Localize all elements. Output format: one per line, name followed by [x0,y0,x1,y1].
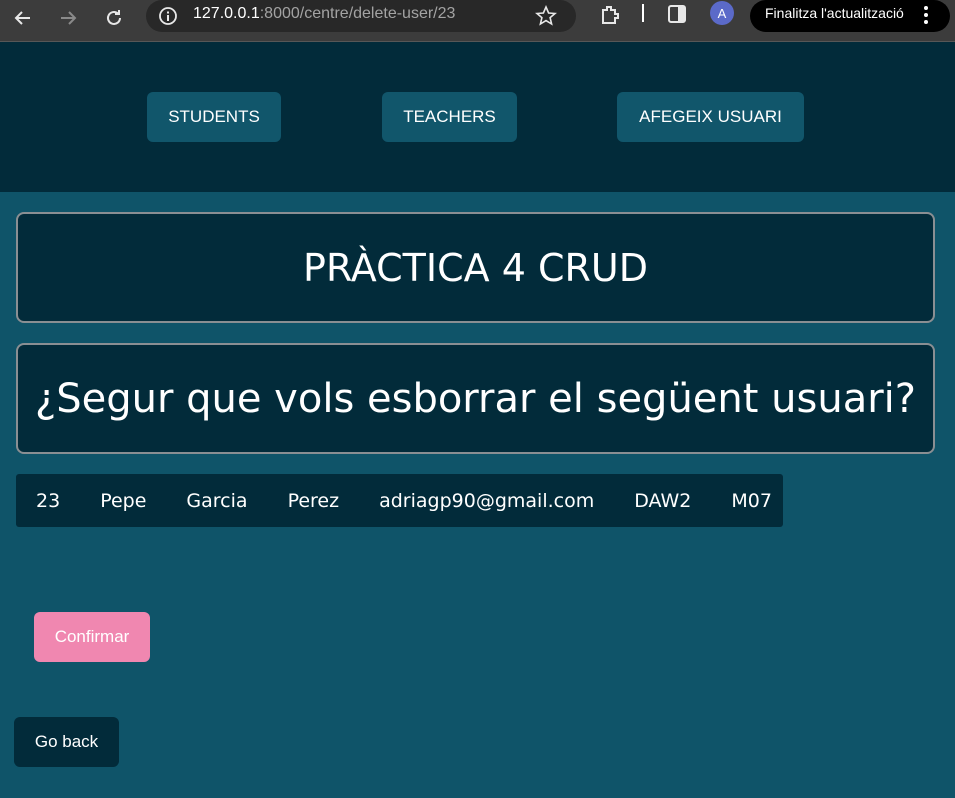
user-record-row: 23 Pepe Garcia Perez adriagp90@gmail.com… [16,474,783,527]
nav-teachers-link[interactable]: TEACHERS [382,92,517,142]
user-id: 23 [36,489,61,512]
toolbar-divider [642,4,644,22]
kebab-menu-icon[interactable] [920,3,932,31]
go-back-button[interactable]: Go back [14,717,119,767]
info-icon[interactable] [158,6,178,30]
side-panel-icon[interactable] [666,3,688,29]
nav-students-link[interactable]: STUDENTS [147,92,281,142]
back-arrow-icon[interactable] [8,3,38,33]
app-header: STUDENTS TEACHERS AFEGEIX USUARI [0,42,955,192]
extensions-icon[interactable] [598,3,622,31]
user-second-last-name: Perez [287,489,340,512]
user-last-name: Garcia [186,489,248,512]
confirmation-question: ¿Segur que vols esborrar el següent usua… [34,375,916,422]
confirmation-question-box: ¿Segur que vols esborrar el següent usua… [16,343,935,454]
star-icon[interactable] [535,4,557,31]
user-course: DAW2 [634,489,692,512]
forward-arrow-icon[interactable] [53,3,83,33]
update-button[interactable]: Finalitza l'actualització [750,0,950,32]
url-text: 127.0.0.1:8000/centre/delete-user/23 [193,5,456,22]
reload-icon[interactable] [99,3,129,33]
address-bar[interactable]: 127.0.0.1:8000/centre/delete-user/23 [146,0,576,32]
profile-avatar[interactable]: A [710,1,734,25]
page-title-box: PRÀCTICA 4 CRUD [16,212,935,323]
user-email: adriagp90@gmail.com [379,489,595,512]
confirm-button[interactable]: Confirmar [34,612,150,662]
user-module: M07 [731,489,772,512]
update-label: Finalitza l'actualització [765,5,904,21]
nav-add-user-link[interactable]: AFEGEIX USUARI [617,92,804,142]
browser-toolbar: 127.0.0.1:8000/centre/delete-user/23 A F… [0,0,955,42]
user-first-name: Pepe [100,489,147,512]
page-title: PRÀCTICA 4 CRUD [303,245,648,290]
